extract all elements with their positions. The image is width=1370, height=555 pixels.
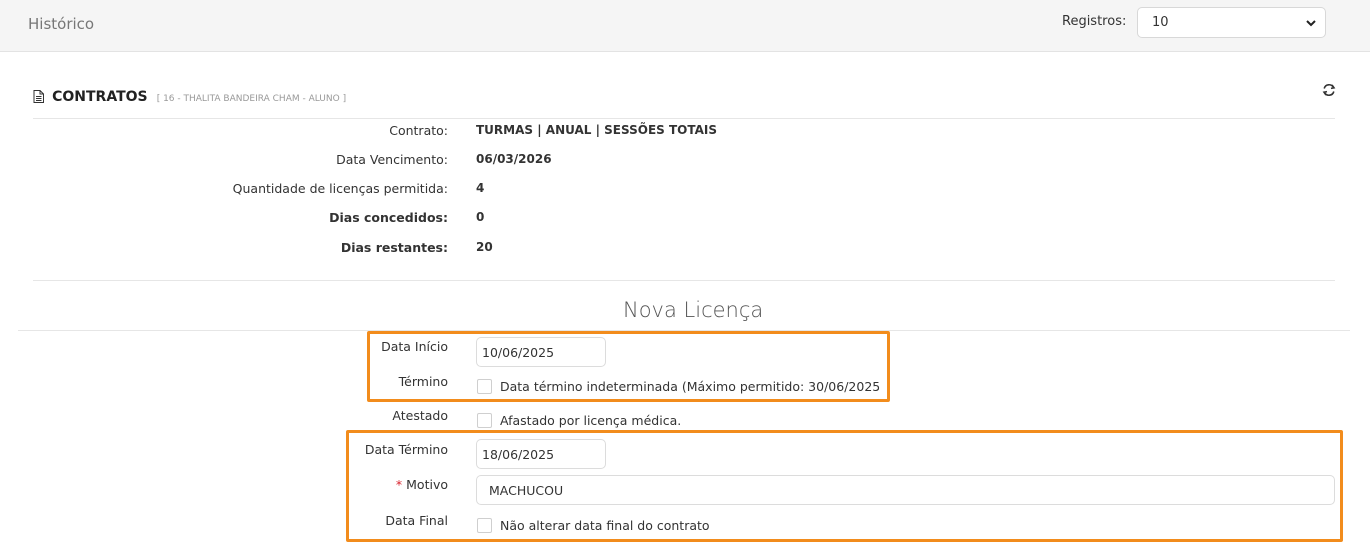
records-select[interactable]: 10 <box>1137 7 1326 38</box>
info-value: 20 <box>476 240 493 254</box>
info-label: Data Vencimento: <box>336 152 448 167</box>
records-select-value: 10 <box>1152 15 1169 30</box>
highlight-box <box>367 331 890 402</box>
records-label: Registros: <box>1062 14 1127 29</box>
info-label: Quantidade de licenças permitida: <box>232 181 448 196</box>
medical-leave-label: Afastado por licença médica. <box>500 413 682 428</box>
contracts-title: CONTRATOS <box>52 89 148 105</box>
medical-leave-checkbox[interactable] <box>477 413 492 428</box>
info-label: Dias restantes: <box>340 240 448 255</box>
highlight-box <box>346 430 1343 542</box>
info-value: 0 <box>476 210 485 224</box>
section-title: Nova Licença <box>623 298 764 322</box>
divider <box>33 118 1335 119</box>
history-title: Histórico <box>28 15 95 33</box>
document-icon <box>33 88 44 107</box>
divider <box>33 280 1335 281</box>
info-label: Contrato: <box>389 123 448 138</box>
top-bar: Histórico Registros: 10 <box>0 0 1370 52</box>
info-label: Dias concedidos: <box>329 210 448 225</box>
info-value: 06/03/2026 <box>476 152 552 166</box>
info-value: TURMAS | ANUAL | SESSÕES TOTAIS <box>476 123 717 137</box>
contracts-heading: CONTRATOS [ 16 - THALITA BANDEIRA CHAM -… <box>33 86 346 107</box>
info-value: 4 <box>476 181 485 195</box>
chevron-down-icon <box>1305 17 1317 33</box>
contracts-subtitle: [ 16 - THALITA BANDEIRA CHAM - ALUNO ] <box>156 94 347 104</box>
refresh-icon[interactable] <box>1321 82 1337 102</box>
certificate-label: Atestado <box>392 408 448 423</box>
